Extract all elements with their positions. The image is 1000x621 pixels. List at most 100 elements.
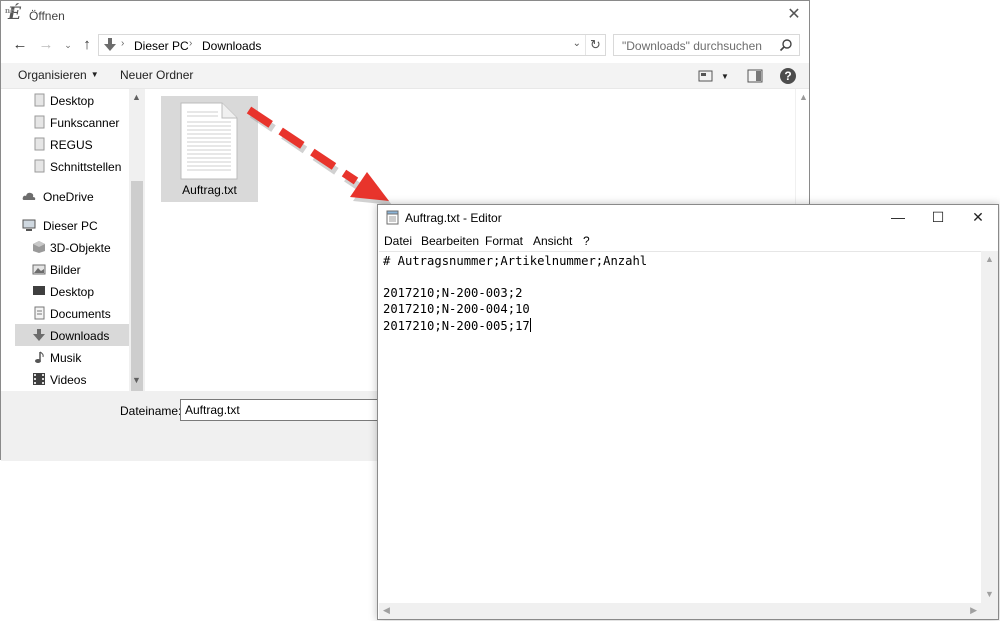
dropdown-arrow-icon: ▼ (90, 70, 99, 79)
editor-horizontal-scrollbar[interactable]: ◀ ▶ (379, 603, 981, 619)
preview-pane-icon[interactable] (747, 68, 763, 84)
editor-vertical-scrollbar[interactable]: ▲ ▼ (981, 251, 998, 603)
sidebar-item-label: Musik (50, 351, 82, 365)
breadcrumb-separator: › (189, 38, 193, 49)
music-icon (35, 351, 44, 363)
menu-format[interactable]: Format (485, 234, 523, 248)
filename-label: Dateiname: (120, 404, 182, 418)
menu-file[interactable]: Datei (384, 234, 412, 248)
sidebar-item-downloads[interactable]: Downloads (15, 324, 129, 346)
sidebar-item-label: Downloads (50, 329, 110, 343)
scroll-left-icon[interactable]: ◀ (383, 605, 390, 616)
sidebar-item-label: Desktop (50, 94, 95, 108)
app-icon-prefix: ne (5, 6, 15, 15)
download-icon (33, 329, 45, 341)
sidebar-item-label: Funkscanner (50, 116, 120, 130)
search-input[interactable]: "Downloads" durchsuchen (613, 34, 800, 56)
text-line: 2017210;N-200-003;2 (383, 286, 523, 300)
refresh-button[interactable]: ↻ (585, 35, 605, 55)
back-button[interactable]: ← (10, 35, 30, 55)
desktop-icon (33, 286, 45, 295)
text-line: 2017210;N-200-005;17 (383, 319, 530, 333)
navigation-pane: Desktop Funkscanner REGUS Schnittstellen… (15, 89, 145, 391)
sidebar-item-schnittstellen[interactable]: Schnittstellen (15, 155, 129, 177)
sidebar-item-label: Videos (50, 373, 87, 387)
new-folder-button[interactable]: Neuer Ordner (120, 68, 193, 82)
computer-icon (22, 219, 36, 231)
command-toolbar: Organisieren ▼ Neuer Ordner ▼ ? (1, 63, 809, 89)
menu-bar: Datei Bearbeiten Format Ansicht ? (378, 232, 998, 250)
scroll-down-icon[interactable]: ▼ (985, 589, 994, 599)
arrow-up-icon: ↑ (83, 36, 91, 53)
editor-titlebar: Auftrag.txt - Editor — ☐ ✕ (378, 205, 998, 231)
editor-text-area[interactable]: # Autragsnummer;Artikelnummer;Anzahl 201… (379, 251, 981, 603)
refresh-icon: ↻ (590, 37, 601, 52)
menu-edit[interactable]: Bearbeiten (421, 234, 479, 248)
address-dropdown-icon[interactable]: ⌄ (573, 38, 581, 49)
sidebar-item-desktop[interactable]: Desktop (15, 280, 129, 302)
sidebar-scrollbar[interactable]: ▲ ▼ (129, 89, 145, 433)
download-icon (104, 38, 116, 51)
sidebar-item-onedrive[interactable]: OneDrive (15, 185, 129, 207)
menu-view[interactable]: Ansicht (533, 234, 572, 248)
breadcrumb-this-pc[interactable]: Dieser PC (134, 39, 189, 53)
close-icon: ✕ (787, 6, 801, 23)
folder-icon (34, 115, 45, 129)
maximize-button[interactable]: ☐ (918, 205, 958, 231)
editor-close-button[interactable]: ✕ (958, 205, 998, 231)
sidebar-item-label: Desktop (50, 285, 95, 299)
search-icon (779, 39, 792, 52)
scroll-down-icon[interactable]: ▼ (132, 375, 141, 385)
search-placeholder: "Downloads" durchsuchen (622, 39, 762, 53)
scroll-right-icon[interactable]: ▶ (970, 605, 977, 616)
help-icon: ? (784, 69, 792, 83)
sidebar-item-music[interactable]: Musik (15, 346, 129, 368)
sidebar-item-label: OneDrive (43, 190, 94, 204)
dialog-titlebar: ne É Öffnen ✕ (1, 1, 809, 31)
notepad-icon (386, 210, 399, 225)
sidebar-item-label: REGUS (50, 138, 93, 152)
app-icon: ne É (5, 5, 26, 23)
documents-icon (34, 306, 45, 320)
scroll-up-icon[interactable]: ▲ (132, 92, 141, 102)
up-button[interactable]: ↑ (77, 35, 97, 55)
sidebar-item-funkscanner[interactable]: Funkscanner (15, 111, 129, 133)
video-icon (33, 373, 45, 385)
view-dropdown-icon[interactable]: ▼ (721, 72, 729, 81)
file-name: Auftrag.txt (182, 183, 237, 197)
pictures-icon (32, 264, 46, 275)
sidebar-item-regus[interactable]: REGUS (15, 133, 129, 155)
organize-label: Organisieren (18, 68, 87, 82)
dialog-close-button[interactable]: ✕ (779, 1, 809, 29)
maximize-icon: ☐ (931, 209, 945, 225)
sidebar-item-3d-objects[interactable]: 3D-Objekte (15, 236, 129, 258)
scroll-up-icon[interactable]: ▲ (985, 254, 994, 264)
breadcrumb-downloads[interactable]: Downloads (202, 39, 261, 53)
menu-help[interactable]: ? (583, 234, 590, 248)
sidebar-item-pictures[interactable]: Bilder (15, 258, 129, 280)
organize-button[interactable]: Organisieren ▼ (18, 68, 99, 82)
breadcrumb-separator: › (121, 38, 125, 49)
minimize-button[interactable]: — (878, 205, 918, 231)
notepad-window: Auftrag.txt - Editor — ☐ ✕ Datei Bearbei… (377, 204, 999, 620)
forward-button[interactable]: → (36, 35, 56, 55)
view-options-icon[interactable] (698, 68, 714, 84)
recent-locations-button[interactable]: ⌄ (62, 35, 74, 55)
scroll-up-icon[interactable]: ▲ (799, 92, 808, 102)
address-bar[interactable]: › Dieser PC › Downloads ⌄ ↻ (98, 34, 606, 56)
minimize-icon: — (891, 209, 905, 225)
help-button[interactable]: ? (780, 68, 796, 84)
file-item[interactable]: Auftrag.txt (161, 96, 258, 202)
sidebar-item-desktop-folder[interactable]: Desktop (15, 89, 129, 111)
sidebar-item-videos[interactable]: Videos (15, 368, 129, 390)
sidebar-item-this-pc[interactable]: Dieser PC (15, 214, 129, 236)
arrow-right-icon: → (38, 36, 54, 53)
text-line: 2017210;N-200-004;10 (383, 302, 530, 316)
folder-icon (34, 93, 45, 107)
sidebar-item-label: Bilder (50, 263, 81, 277)
sidebar-item-documents[interactable]: Documents (15, 302, 129, 324)
editor-title: Auftrag.txt - Editor (405, 211, 502, 225)
cube-icon (33, 241, 45, 253)
filename-input[interactable] (180, 399, 390, 421)
sidebar-item-label: Schnittstellen (50, 160, 122, 174)
